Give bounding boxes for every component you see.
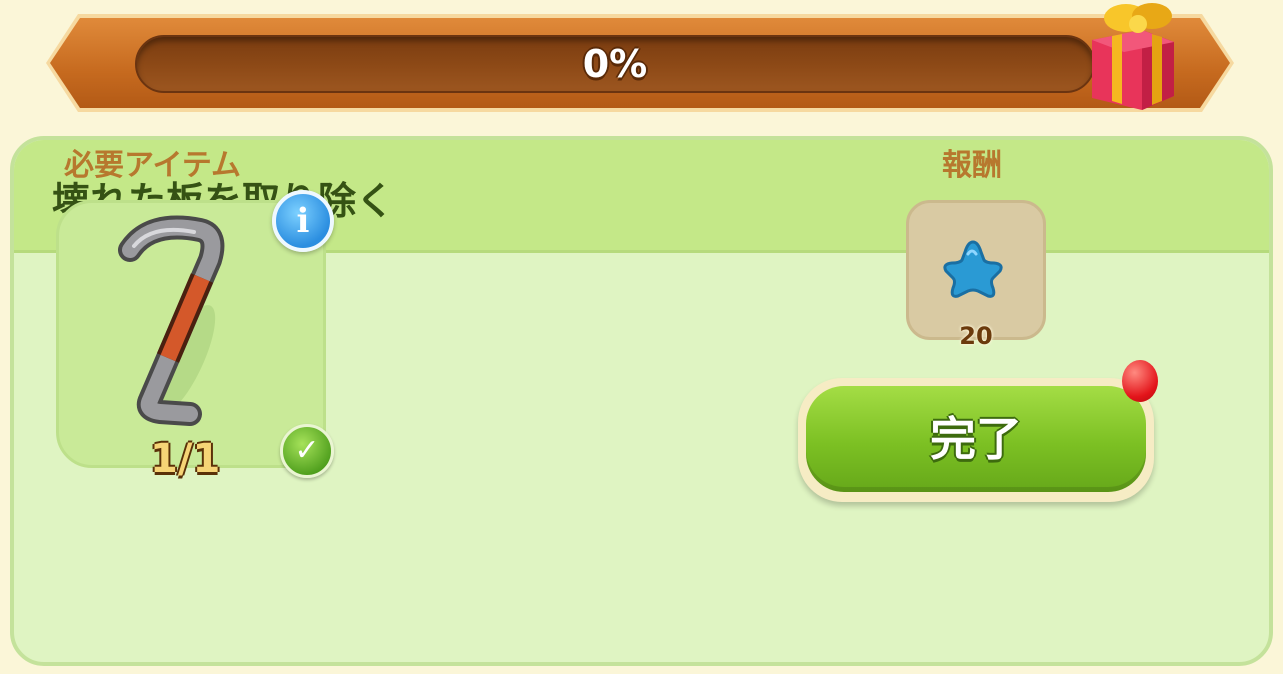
gift-box-icon[interactable] — [1082, 0, 1182, 112]
blue-star-icon — [943, 240, 1003, 298]
item-count: 1/1 — [150, 436, 221, 482]
progress-percent: 0% — [582, 42, 648, 86]
reward-label: 報酬 — [942, 148, 1002, 183]
checkmark-icon: ✓ — [280, 424, 334, 478]
info-icon[interactable]: i — [272, 190, 334, 252]
required-items-label: 必要アイテム — [64, 148, 241, 183]
crowbar-icon — [118, 215, 225, 426]
complete-button[interactable]: 完了 — [798, 378, 1154, 502]
complete-button-face[interactable]: 完了 — [806, 386, 1146, 492]
notification-dot — [1122, 360, 1158, 402]
complete-button-label: 完了 — [930, 412, 1022, 466]
reward-amount: 20 — [959, 322, 993, 350]
